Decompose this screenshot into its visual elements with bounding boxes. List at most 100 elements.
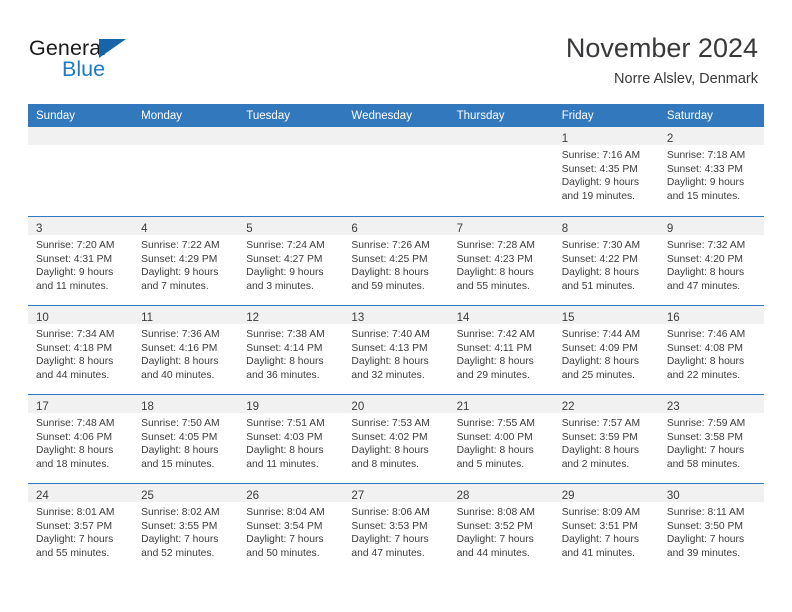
day-number-band: 28	[448, 484, 554, 502]
day-details: Sunrise: 7:20 AM Sunset: 4:31 PM Daylight:…	[28, 235, 133, 293]
day-number-band: 8	[553, 217, 659, 235]
day-number-band: 12	[238, 306, 344, 324]
calendar-day-11[interactable]: 11 Sunrise: 7:36 AM Sunset: 4:16 PM Dayligh…	[133, 305, 239, 394]
calendar-day-2[interactable]: 2 Sunrise: 7:18 AM Sunset: 4:33 PM Daylight…	[658, 127, 764, 216]
calendar-day-28[interactable]: 28 Sunrise: 8:08 AM Sunset: 3:52 PM Dayligh…	[448, 483, 554, 572]
calendar-day-cell: 11 Sunrise: 7:36 AM Sunset: 4:16 PM Dayligh…	[133, 305, 239, 394]
calendar-day-20[interactable]: 20 Sunrise: 7:53 AM Sunset: 4:02 PM Dayligh…	[343, 394, 449, 483]
calendar-day-cell: 16 Sunrise: 7:46 AM Sunset: 4:08 PM Dayligh…	[658, 305, 764, 394]
day-details: Sunrise: 7:48 AM Sunset: 4:06 PM Daylight:…	[28, 413, 133, 471]
calendar-day-25[interactable]: 25 Sunrise: 8:02 AM Sunset: 3:55 PM Dayligh…	[133, 483, 239, 572]
sunrise-text: Sunrise: 7:51 AM	[246, 418, 325, 429]
daylight-text-line2: and 52 minutes.	[141, 547, 215, 559]
day-details: Sunrise: 8:08 AM Sunset: 3:52 PM Daylight:…	[449, 502, 554, 560]
sunrise-text: Sunrise: 7:50 AM	[141, 418, 220, 429]
sunrise-text: Sunrise: 8:08 AM	[456, 507, 535, 518]
daylight-text-line2: and 39 minutes.	[666, 547, 741, 559]
calendar-day-15[interactable]: 15 Sunrise: 7:44 AM Sunset: 4:09 PM Dayligh…	[553, 305, 659, 394]
daylight-text-line2: and 22 minutes.	[666, 369, 741, 381]
day-number: 11	[141, 312, 154, 324]
calendar-day-21[interactable]: 21 Sunrise: 7:55 AM Sunset: 4:00 PM Dayligh…	[448, 394, 554, 483]
calendar-day-19[interactable]: 19 Sunrise: 7:51 AM Sunset: 4:03 PM Dayligh…	[238, 394, 344, 483]
day-details: Sunrise: 7:28 AM Sunset: 4:23 PM Daylight:…	[449, 235, 554, 293]
daylight-text-line2: and 44 minutes.	[36, 369, 110, 381]
sunset-text: Sunset: 4:35 PM	[561, 163, 638, 175]
calendar-day-3[interactable]: 3 Sunrise: 7:20 AM Sunset: 4:31 PM Daylight…	[28, 216, 134, 305]
calendar-day-cell: 4 Sunrise: 7:22 AM Sunset: 4:29 PM Daylight…	[133, 216, 239, 305]
calendar-day-8[interactable]: 8 Sunrise: 7:30 AM Sunset: 4:22 PM Daylight…	[553, 216, 659, 305]
daylight-text-line2: and 25 minutes.	[561, 369, 635, 381]
daylight-text-line1: Daylight: 7 hours	[456, 534, 534, 546]
calendar-day-18[interactable]: 18 Sunrise: 7:50 AM Sunset: 4:05 PM Dayligh…	[133, 394, 239, 483]
sunset-text: Sunset: 3:59 PM	[561, 431, 638, 443]
calendar-day-16[interactable]: 16 Sunrise: 7:46 AM Sunset: 4:08 PM Dayligh…	[658, 305, 764, 394]
calendar-day-26[interactable]: 26 Sunrise: 8:04 AM Sunset: 3:54 PM Dayligh…	[238, 483, 344, 572]
calendar-day-cell	[238, 127, 344, 216]
calendar-day-27[interactable]: 27 Sunrise: 8:06 AM Sunset: 3:53 PM Dayligh…	[343, 483, 449, 572]
calendar-day-6[interactable]: 6 Sunrise: 7:26 AM Sunset: 4:25 PM Daylight…	[343, 216, 449, 305]
daylight-text-line1: Daylight: 8 hours	[36, 356, 114, 368]
location-label: Norre Alslev, Denmark	[614, 71, 758, 87]
day-details	[343, 145, 448, 149]
sunset-text: Sunset: 4:25 PM	[351, 253, 428, 265]
calendar-day-1[interactable]: 1 Sunrise: 7:16 AM Sunset: 4:35 PM Daylight…	[553, 127, 659, 216]
sunrise-text: Sunrise: 7:32 AM	[666, 240, 746, 251]
day-number-band: 2	[658, 127, 764, 145]
day-details: Sunrise: 7:51 AM Sunset: 4:03 PM Daylight:…	[238, 413, 343, 471]
day-details: Sunrise: 8:06 AM Sunset: 3:53 PM Daylight:…	[343, 502, 448, 560]
calendar-day-14[interactable]: 14 Sunrise: 7:42 AM Sunset: 4:11 PM Dayligh…	[448, 305, 554, 394]
day-number: 23	[666, 401, 680, 413]
day-details	[449, 145, 554, 149]
calendar-day-10[interactable]: 10 Sunrise: 7:34 AM Sunset: 4:18 PM Dayligh…	[28, 305, 134, 394]
daylight-text-line1: Daylight: 9 hours	[666, 177, 745, 189]
weekday-header-thursday: Thursday	[448, 104, 554, 127]
calendar-day-cell: 21 Sunrise: 7:55 AM Sunset: 4:00 PM Dayligh…	[448, 394, 554, 483]
brand-logo[interactable]: General Blue	[29, 36, 149, 82]
daylight-text-line2: and 36 minutes.	[246, 369, 320, 381]
calendar-day-7[interactable]: 7 Sunrise: 7:28 AM Sunset: 4:23 PM Daylight…	[448, 216, 554, 305]
calendar-day-9[interactable]: 9 Sunrise: 7:32 AM Sunset: 4:20 PM Daylight…	[658, 216, 764, 305]
sunset-text: Sunset: 3:57 PM	[36, 520, 113, 532]
calendar-body: 1 Sunrise: 7:16 AM Sunset: 4:35 PM Daylight…	[28, 127, 764, 572]
day-number: 15	[561, 312, 575, 324]
calendar-day-17[interactable]: 17 Sunrise: 7:48 AM Sunset: 4:06 PM Dayligh…	[28, 394, 134, 483]
calendar-day-cell: 27 Sunrise: 8:06 AM Sunset: 3:53 PM Dayligh…	[343, 483, 449, 572]
calendar-day-24[interactable]: 24 Sunrise: 8:01 AM Sunset: 3:57 PM Dayligh…	[28, 483, 134, 572]
calendar-day-cell: 26 Sunrise: 8:04 AM Sunset: 3:54 PM Dayligh…	[238, 483, 344, 572]
day-number: 7	[456, 223, 463, 235]
daylight-text-line1: Daylight: 8 hours	[456, 445, 534, 457]
calendar-day-12[interactable]: 12 Sunrise: 7:38 AM Sunset: 4:14 PM Dayligh…	[238, 305, 344, 394]
day-number-band: 14	[448, 306, 554, 324]
day-details: Sunrise: 7:32 AM Sunset: 4:20 PM Daylight:…	[659, 235, 764, 293]
day-number-band: 9	[658, 217, 764, 235]
day-number: 16	[666, 312, 680, 324]
calendar-day-4[interactable]: 4 Sunrise: 7:22 AM Sunset: 4:29 PM Daylight…	[133, 216, 239, 305]
sunset-text: Sunset: 4:20 PM	[666, 253, 743, 265]
day-details: Sunrise: 7:16 AM Sunset: 4:35 PM Daylight:…	[554, 145, 659, 203]
day-number-band: 20	[343, 395, 449, 413]
calendar-day-29[interactable]: 29 Sunrise: 8:09 AM Sunset: 3:51 PM Dayligh…	[553, 483, 659, 572]
calendar-day-5[interactable]: 5 Sunrise: 7:24 AM Sunset: 4:27 PM Daylight…	[238, 216, 344, 305]
daylight-text-line1: Daylight: 7 hours	[666, 445, 745, 457]
sunset-text: Sunset: 4:22 PM	[561, 253, 638, 265]
calendar-day-cell: 25 Sunrise: 8:02 AM Sunset: 3:55 PM Dayligh…	[133, 483, 239, 572]
day-details: Sunrise: 7:55 AM Sunset: 4:00 PM Daylight:…	[449, 413, 554, 471]
daylight-text-line1: Daylight: 8 hours	[561, 267, 639, 279]
calendar-day-cell: 29 Sunrise: 8:09 AM Sunset: 3:51 PM Dayligh…	[553, 483, 659, 572]
page-title: November 2024	[565, 33, 758, 63]
day-number-band: 10	[28, 306, 134, 324]
page-header: General Blue November 2024 Norre Alslev,…	[0, 0, 792, 100]
calendar-day-cell: 20 Sunrise: 7:53 AM Sunset: 4:02 PM Dayligh…	[343, 394, 449, 483]
calendar-day-cell: 5 Sunrise: 7:24 AM Sunset: 4:27 PM Daylight…	[238, 216, 344, 305]
day-number-band	[448, 127, 554, 145]
day-number-band: 26	[238, 484, 344, 502]
calendar-day-22[interactable]: 22 Sunrise: 7:57 AM Sunset: 3:59 PM Dayligh…	[553, 394, 659, 483]
sunrise-text: Sunrise: 7:22 AM	[141, 240, 220, 251]
calendar-day-23[interactable]: 23 Sunrise: 7:59 AM Sunset: 3:58 PM Dayligh…	[658, 394, 764, 483]
calendar-day-cell: 1 Sunrise: 7:16 AM Sunset: 4:35 PM Daylight…	[553, 127, 659, 216]
calendar-day-30[interactable]: 30 Sunrise: 8:11 AM Sunset: 3:50 PM Dayligh…	[658, 483, 764, 572]
calendar-day-cell: 13 Sunrise: 7:40 AM Sunset: 4:13 PM Dayligh…	[343, 305, 449, 394]
day-details: Sunrise: 8:11 AM Sunset: 3:50 PM Daylight:…	[659, 502, 764, 560]
daylight-text-line1: Daylight: 7 hours	[36, 534, 114, 546]
calendar-day-13[interactable]: 13 Sunrise: 7:40 AM Sunset: 4:13 PM Dayligh…	[343, 305, 449, 394]
